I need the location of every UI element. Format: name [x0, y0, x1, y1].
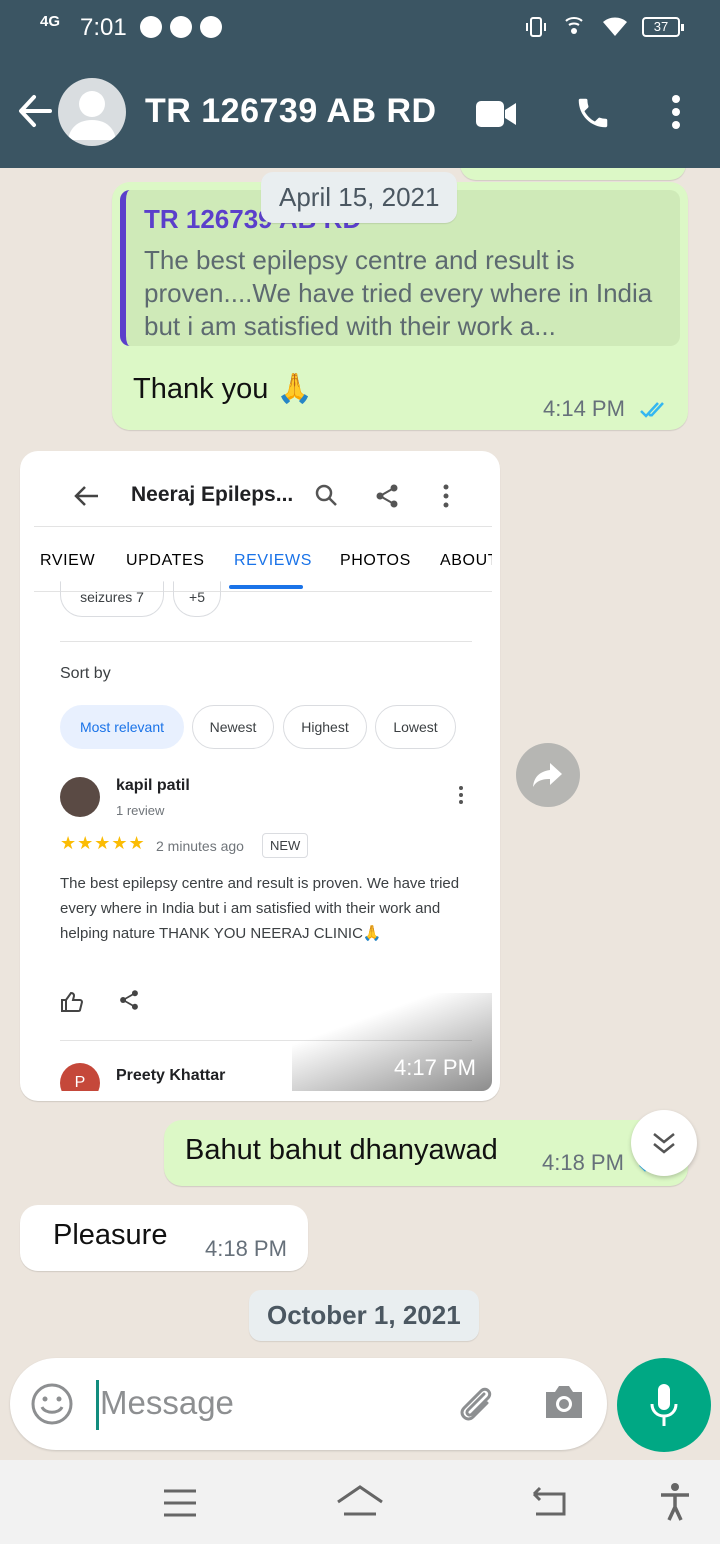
- forward-icon: [533, 763, 562, 787]
- voice-message-button[interactable]: [617, 1358, 711, 1452]
- accessibility-icon[interactable]: [658, 1482, 692, 1522]
- compass-icon: [200, 16, 222, 38]
- home-icon[interactable]: [336, 1484, 384, 1518]
- maps-tab-updates: UPDATES: [126, 552, 205, 569]
- message-text: Pleasure: [53, 1219, 168, 1251]
- status-right: 37: [524, 15, 684, 39]
- forward-button[interactable]: [516, 743, 580, 807]
- voice-call-icon[interactable]: [574, 94, 612, 132]
- date-chip: October 1, 2021: [249, 1290, 479, 1341]
- contact-avatar[interactable]: [58, 78, 126, 146]
- message-time: 4:14 PM: [543, 396, 625, 421]
- sort-chip-newest: Newest: [192, 705, 274, 749]
- quoted-text: The best epilepsy centre and result is p…: [144, 245, 653, 341]
- scroll-to-bottom-button[interactable]: [631, 1110, 697, 1176]
- network-indicator: 4G: [40, 13, 61, 30]
- app-header: 4G 7:01 37 TR 126739 AB RD: [0, 0, 720, 168]
- back-arrow-icon[interactable]: [18, 92, 52, 130]
- message-text: Thank you 🙏: [133, 373, 313, 405]
- message-input-bar[interactable]: Message: [10, 1358, 607, 1450]
- next-reviewer-name: Preety Khattar: [116, 1067, 226, 1084]
- review-time: 2 minutes ago: [156, 838, 244, 854]
- maps-tab-about: ABOUT: [440, 552, 492, 569]
- thumbs-up-icon: [61, 991, 84, 1012]
- microphone-icon: [650, 1384, 678, 1426]
- message-meta: 4:14 PM: [543, 396, 671, 422]
- notification-icons: [140, 16, 222, 38]
- review-stars: ★★★★★: [60, 833, 146, 853]
- menu-icon[interactable]: [162, 1488, 198, 1518]
- new-badge: NEW: [262, 833, 309, 858]
- more-options-icon[interactable]: [668, 94, 684, 130]
- message-text: Bahut bahut dhanyawad: [185, 1134, 498, 1166]
- maps-tab-reviews: REVIEWS: [234, 552, 312, 569]
- status-bar: 4G 7:01 37: [0, 0, 720, 56]
- app-notification-icon: [170, 16, 192, 38]
- maps-tab-overview: RVIEW: [40, 552, 96, 569]
- wifi-icon: [603, 17, 627, 36]
- divider: [60, 641, 472, 642]
- maps-share-icon: [376, 484, 398, 508]
- vibrate-icon: [526, 17, 546, 37]
- maps-back-icon: [74, 486, 98, 506]
- shared-screenshot[interactable]: Neeraj Epileps... RVIEW UPDATES REVIEWS …: [34, 463, 492, 1091]
- date-chip: April 15, 2021: [261, 172, 458, 223]
- sort-chip-lowest: Lowest: [375, 705, 456, 749]
- sort-chip-most-relevant: Most relevant: [60, 705, 184, 749]
- message-time: 4:18 PM: [205, 1236, 287, 1261]
- attach-icon[interactable]: [454, 1382, 498, 1426]
- double-chevron-down-icon: [653, 1133, 675, 1154]
- sort-chip-highest: Highest: [283, 705, 367, 749]
- battery-icon: 37: [642, 17, 684, 37]
- topic-chip-more: +5: [173, 581, 221, 617]
- video-call-icon[interactable]: [474, 98, 518, 130]
- review-share-icon: [120, 990, 138, 1010]
- maps-search-icon: [315, 484, 337, 506]
- sort-label: Sort by: [60, 665, 111, 682]
- reviewer-name: kapil patil: [116, 777, 190, 794]
- maps-more-icon: [443, 484, 449, 508]
- contact-name[interactable]: TR 126739 AB RD: [145, 92, 437, 131]
- camera-icon[interactable]: [542, 1382, 586, 1422]
- back-nav-icon[interactable]: [530, 1486, 568, 1518]
- text-cursor: [96, 1380, 99, 1430]
- topic-chip: seizures 7: [60, 581, 164, 617]
- status-time: 7:01: [80, 14, 127, 41]
- outgoing-message-bubble[interactable]: Bahut bahut dhanyawad 4:18 PM: [164, 1120, 688, 1186]
- read-receipt-icon: [640, 402, 664, 418]
- reviewer-meta: 1 review: [116, 803, 165, 818]
- maps-place-title: Neeraj Epileps...: [131, 483, 294, 506]
- next-reviewer-avatar: P: [60, 1063, 100, 1091]
- image-time: 4:17 PM: [394, 1055, 476, 1080]
- review-more-icon: [459, 786, 463, 804]
- incoming-message-bubble[interactable]: Pleasure 4:18 PM: [20, 1205, 308, 1271]
- review-text: The best epilepsy centre and result is p…: [60, 875, 460, 942]
- telegram-icon: [140, 16, 162, 38]
- active-tab-indicator: [229, 585, 303, 589]
- emoji-icon[interactable]: [30, 1382, 74, 1426]
- message-input[interactable]: Message: [100, 1384, 234, 1422]
- reviewer-avatar: [60, 777, 100, 817]
- chat-area[interactable]: TR 126739 AB RD The best epilepsy centre…: [0, 168, 720, 1358]
- wifi-calling-icon: [565, 17, 583, 34]
- previous-message-bubble[interactable]: [460, 168, 686, 180]
- maps-tab-photos: PHOTOS: [340, 552, 411, 569]
- system-navigation-bar: [0, 1460, 720, 1544]
- message-time: 4:18 PM: [542, 1150, 624, 1175]
- maps-toolbar: Neeraj Epileps...: [34, 463, 492, 527]
